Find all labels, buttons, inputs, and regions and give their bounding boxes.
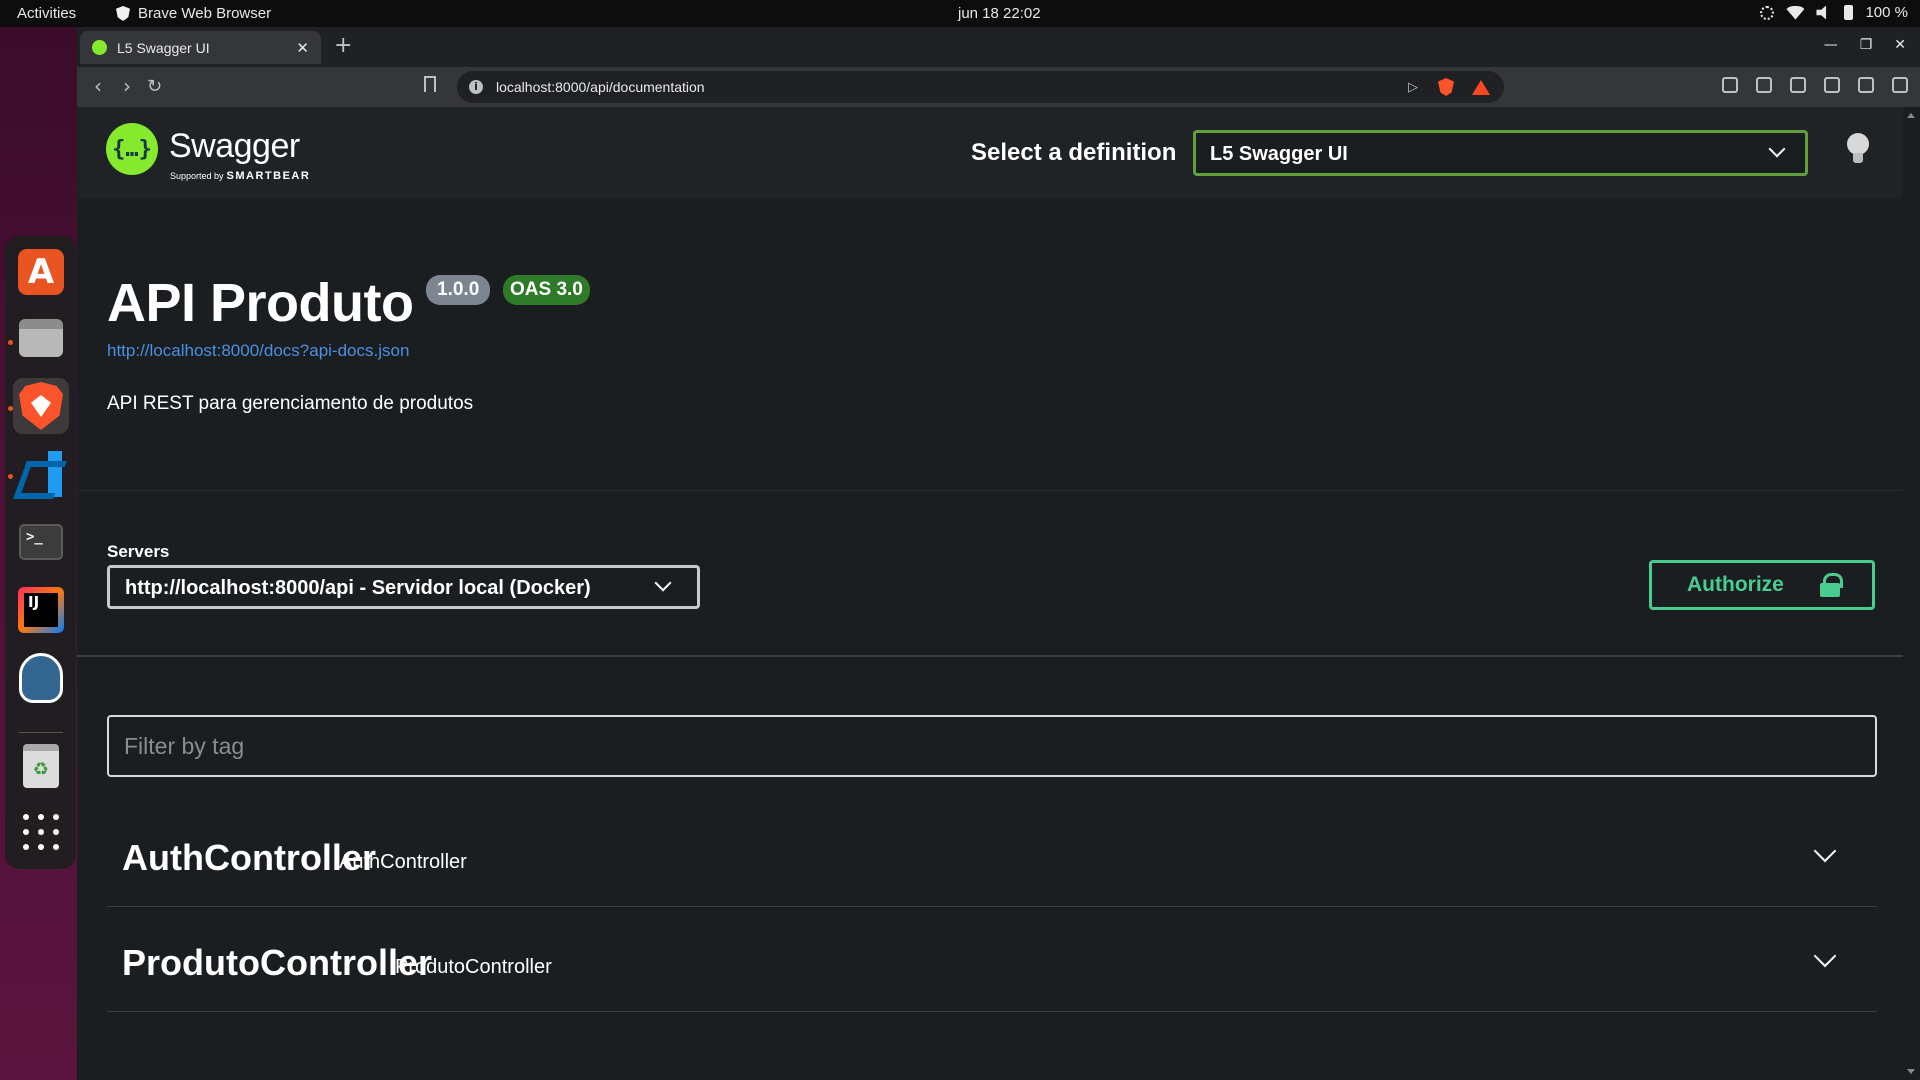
battery-percent: 100 % <box>1865 4 1908 21</box>
brave-app-icon <box>116 6 130 21</box>
forward-icon[interactable]: › <box>123 74 131 98</box>
tag-description: AuthController <box>339 851 467 873</box>
wallet-icon[interactable] <box>1824 77 1840 93</box>
app-menu[interactable]: Brave Web Browser <box>116 5 271 22</box>
brave-rewards-icon[interactable] <box>1472 79 1490 95</box>
supported-by: Supported by SMARTBEAR <box>170 170 310 182</box>
browser-tab-bar: L5 Swagger UI ✕ + — ❐ ✕ <box>77 27 1920 67</box>
terminal-icon: >_ <box>19 524 63 560</box>
browser-tab[interactable]: L5 Swagger UI ✕ <box>80 31 321 64</box>
menu-icon[interactable] <box>1892 77 1908 93</box>
tag-description: ProdutoController <box>395 956 552 978</box>
trash-icon: ♻ <box>23 744 59 788</box>
wifi-icon <box>1786 5 1805 20</box>
night-light-icon <box>1760 5 1775 20</box>
swagger-logo-icon[interactable]: {…} <box>106 123 158 175</box>
spec-link[interactable]: http://localhost:8000/docs?api-docs.json <box>107 341 409 361</box>
server-select[interactable]: http://localhost:8000/api - Servidor loc… <box>107 565 700 609</box>
screenshot-icon[interactable] <box>1722 77 1738 93</box>
page-scrollbar[interactable] <box>1903 107 1920 1080</box>
swagger-brand: Swagger <box>169 127 300 165</box>
dock-show-apps[interactable] <box>13 804 69 860</box>
scroll-down-icon[interactable] <box>1907 1069 1915 1074</box>
brave-shields-icon[interactable] <box>1438 78 1454 96</box>
close-window-icon[interactable]: ✕ <box>1894 37 1906 53</box>
section-divider <box>77 490 1903 491</box>
share-icon[interactable]: ▷ <box>1408 80 1418 95</box>
toolbar-actions <box>1722 77 1908 93</box>
volume-icon <box>1816 5 1827 20</box>
minimize-icon[interactable]: — <box>1824 37 1838 53</box>
scroll-up-icon[interactable] <box>1907 113 1915 118</box>
address-bar[interactable]: i localhost:8000/api/documentation ▷ <box>457 71 1504 103</box>
dock-brave[interactable] <box>13 378 69 434</box>
api-description: API REST para gerenciamento de produtos <box>107 393 474 414</box>
site-info-icon[interactable]: i <box>469 80 483 94</box>
app-menu-label: Brave Web Browser <box>138 5 272 22</box>
system-tray[interactable]: 100 % <box>1760 4 1908 21</box>
dock-terminal[interactable]: >_ <box>13 514 69 570</box>
activities-button[interactable]: Activities <box>17 5 76 22</box>
oas-badge: OAS 3.0 <box>503 275 590 305</box>
clock[interactable]: jun 18 22:02 <box>958 5 1041 22</box>
server-selected-value: http://localhost:8000/api - Servidor loc… <box>125 577 591 599</box>
postgres-elephant-icon <box>19 653 63 703</box>
tag-section-auth[interactable]: AuthController AuthController <box>107 803 1877 907</box>
dock-pgadmin[interactable] <box>13 650 69 706</box>
lock-icon <box>1820 573 1843 597</box>
authorize-button[interactable]: Authorize <box>1649 560 1875 610</box>
tag-name: AuthController <box>122 837 376 878</box>
lightbulb-icon[interactable] <box>1847 133 1869 165</box>
reload-icon[interactable]: ↻ <box>147 76 162 97</box>
chevron-down-icon[interactable] <box>1813 839 1837 863</box>
version-badge: 1.0.0 <box>426 275 491 305</box>
chevron-down-icon <box>654 574 672 592</box>
dock-intellij[interactable]: IJ <box>13 582 69 638</box>
servers-label: Servers <box>107 542 170 561</box>
tag-section-produto[interactable]: ProdutoController ProdutoController <box>107 908 1877 1012</box>
chevron-down-icon[interactable] <box>1813 944 1837 968</box>
tab-title: L5 Swagger UI <box>117 39 210 56</box>
app-center-icon: A <box>18 249 64 295</box>
swagger-favicon-icon <box>92 40 107 55</box>
tab-close-icon[interactable]: ✕ <box>296 39 309 57</box>
definition-selected-value: L5 Swagger UI <box>1210 143 1348 165</box>
swagger-page: {…} Swagger Supported by SMARTBEAR Select… <box>77 107 1903 1080</box>
back-icon[interactable]: ‹ <box>94 74 102 98</box>
chevron-down-icon <box>1768 140 1786 158</box>
dock-vscode[interactable] <box>13 446 69 502</box>
select-definition-label: Select a definition <box>971 139 1177 166</box>
ubuntu-dock: A >_ IJ ♻ <box>5 236 76 869</box>
dock-trash[interactable]: ♻ <box>13 738 69 794</box>
system-top-bar: Activities Brave Web Browser jun 18 22:0… <box>0 0 1920 27</box>
tag-name: ProdutoController <box>122 942 432 983</box>
smartbear-text: SMARTBEAR <box>226 170 311 182</box>
bookmark-icon[interactable] <box>424 76 436 92</box>
files-icon <box>19 319 63 357</box>
supported-by-text: Supported by <box>170 171 224 181</box>
vscode-icon <box>18 451 64 497</box>
swagger-topbar: {…} Swagger Supported by SMARTBEAR Select… <box>77 107 1903 199</box>
intellij-icon: IJ <box>18 587 64 633</box>
url-text[interactable]: localhost:8000/api/documentation <box>496 79 1408 95</box>
definition-select[interactable]: L5 Swagger UI <box>1193 130 1808 176</box>
dock-separator <box>19 732 63 733</box>
dock-files[interactable] <box>13 310 69 366</box>
dock-app-center[interactable]: A <box>13 244 69 300</box>
sidebar-icon[interactable] <box>1790 77 1806 93</box>
maximize-icon[interactable]: ❐ <box>1860 37 1873 53</box>
authorize-label: Authorize <box>1687 573 1784 596</box>
filter-by-tag-input[interactable] <box>107 715 1877 777</box>
brave-icon <box>19 382 63 430</box>
app-grid-icon <box>23 814 59 850</box>
battery-icon <box>1844 5 1854 20</box>
section-divider <box>77 655 1903 657</box>
new-tab-icon[interactable]: + <box>334 33 352 58</box>
browser-toolbar: ‹ › ↻ i localhost:8000/api/documentation… <box>77 67 1920 107</box>
media-icon[interactable] <box>1756 77 1772 93</box>
api-title: API Produto <box>107 273 414 333</box>
window-controls: — ❐ ✕ <box>1824 37 1906 53</box>
leo-ai-icon[interactable] <box>1858 77 1874 93</box>
